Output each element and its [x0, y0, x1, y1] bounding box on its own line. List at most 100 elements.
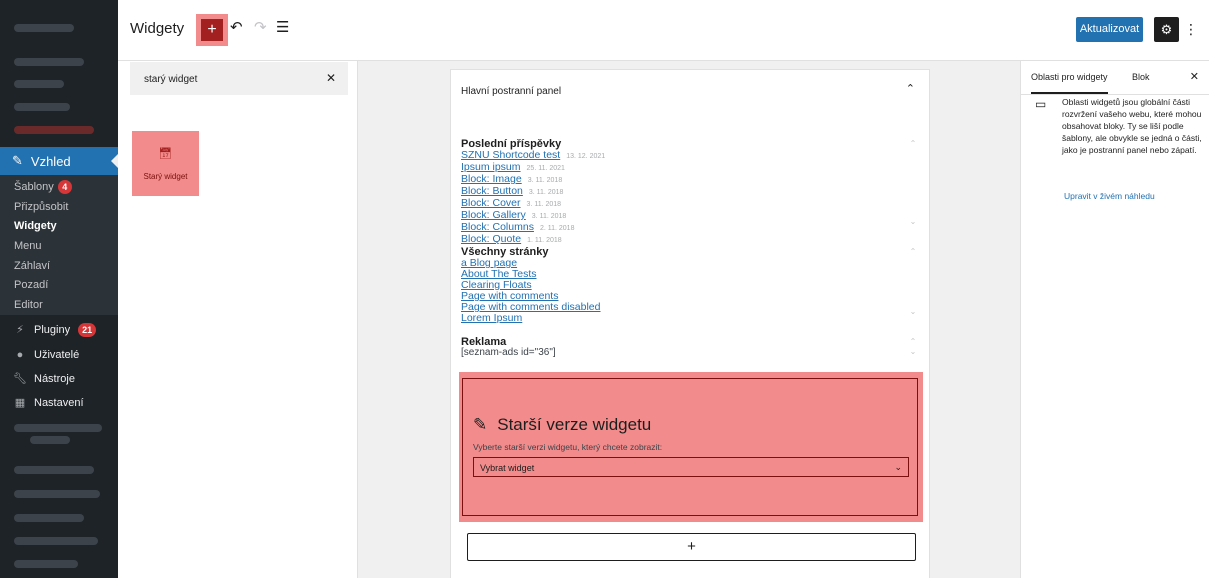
- post-link[interactable]: Block: Columns: [461, 221, 534, 233]
- menu-item-blurred[interactable]: [14, 424, 102, 432]
- list-item: Lorem Ipsum: [461, 313, 921, 324]
- menu-item-blurred[interactable]: [14, 103, 70, 111]
- scroll-down-icon[interactable]: ⌄: [909, 218, 917, 226]
- menu-item-settings[interactable]: ▦ Nastavení: [14, 393, 84, 413]
- post-link[interactable]: Block: Image: [461, 173, 522, 185]
- menu-item-tools[interactable]: 🔧︎ Nástroje: [13, 369, 75, 389]
- block-inserter-panel: starý widget ✕ 📅︎ Starý widget: [118, 61, 358, 578]
- menu-item-blurred[interactable]: [14, 560, 78, 568]
- menu-item-blurred[interactable]: [14, 24, 74, 32]
- post-link[interactable]: Ipsum ipsum: [461, 161, 521, 173]
- submenu-item-editor[interactable]: Editor: [14, 296, 43, 314]
- menu-item-blurred[interactable]: [14, 80, 64, 88]
- list-item: Block: Quote 1. 11. 2018: [461, 233, 562, 245]
- menu-item-blurred[interactable]: [14, 490, 100, 498]
- menu-item-blurred[interactable]: [14, 537, 98, 545]
- shortcode-text: [seznam-ads id="36"]: [461, 347, 556, 358]
- submenu-item-themes[interactable]: Šablony 4: [14, 178, 72, 196]
- post-link[interactable]: Block: Cover: [461, 197, 521, 209]
- menu-item-plugins[interactable]: ⚡ Pluginy 21: [14, 320, 97, 340]
- scroll-down-icon[interactable]: ⌄: [909, 308, 917, 316]
- list-item: Page with comments disabled: [461, 302, 921, 313]
- menu-item-users[interactable]: ● Uživatelé: [14, 345, 80, 365]
- clear-search-icon[interactable]: ✕: [326, 71, 336, 85]
- users-icon: ●: [16, 349, 24, 361]
- settings-sidebar: Oblasti pro widgety Blok ✕ ▭ Oblasti wid…: [1020, 61, 1209, 578]
- appearance-submenu: Šablony 4 Přizpůsobit Widgety Menu Záhla…: [0, 175, 118, 315]
- list-item: Ipsum ipsum 25. 11. 2021: [461, 161, 565, 173]
- list-view-icon[interactable]: ☰: [276, 18, 289, 36]
- recent-posts-widget[interactable]: Poslední příspěvky SZNU Shortcode test 13…: [461, 138, 921, 246]
- list-item: SZNU Shortcode test 13. 12. 2021: [461, 149, 606, 161]
- menu-item-appearance[interactable]: ✎ Vzhled: [0, 147, 118, 175]
- calendar-icon: 📅︎: [158, 147, 173, 160]
- widget-title: Všechny stránky: [461, 246, 549, 258]
- scroll-up-icon[interactable]: ⌃: [909, 338, 917, 346]
- widget-area-title: Hlavní postranní panel: [461, 86, 562, 97]
- brush-icon: ✎: [12, 153, 23, 168]
- scroll-up-icon[interactable]: ⌃: [909, 140, 917, 148]
- legacy-widget-block-tile[interactable]: 📅︎ Starý widget: [132, 131, 199, 196]
- list-item: Block: Image 3. 11. 2018: [461, 173, 563, 185]
- block-search-input[interactable]: starý widget ✕: [130, 62, 348, 95]
- tab-block[interactable]: Blok: [1132, 61, 1150, 94]
- editor-header: Widgety + ↶ ↷ ☰ Aktualizovat ⚙ ⋮: [118, 0, 1209, 61]
- list-item: Block: Columns 2. 11. 2018: [461, 221, 575, 233]
- scroll-down-icon[interactable]: ⌄: [909, 348, 917, 356]
- page-link[interactable]: Lorem Ipsum: [461, 312, 522, 324]
- scroll-up-icon[interactable]: ⌃: [909, 248, 917, 256]
- legacy-widget-block[interactable]: ✎ Starší verze widgetu Vyberte starší ve…: [459, 372, 923, 522]
- page-title: Widgety: [130, 20, 185, 37]
- submenu-item-menus[interactable]: Menu: [14, 237, 42, 255]
- editor-canvas: Hlavní postranní panel ⌃ Poslední příspě…: [358, 61, 1020, 578]
- submenu-item-customize[interactable]: Přizpůsobit: [14, 198, 68, 216]
- redo-icon[interactable]: ↷: [254, 18, 267, 36]
- ad-widget[interactable]: Reklama [seznam-ads id="36"]: [461, 336, 921, 358]
- plugin-icon: ⚡: [16, 324, 24, 336]
- live-preview-link[interactable]: Upravit v živém náhledu: [1064, 191, 1155, 201]
- add-block-button[interactable]: +: [196, 14, 228, 46]
- search-value: starý widget: [144, 74, 198, 85]
- undo-icon[interactable]: ↶: [230, 18, 243, 36]
- legacy-widget-select[interactable]: Vybrat widget ⌄: [473, 457, 909, 477]
- collapse-chevron-up-icon[interactable]: ⌃: [906, 82, 915, 95]
- brush-icon: ✎: [473, 415, 488, 434]
- settings-icon: ▦: [14, 397, 26, 409]
- post-link[interactable]: Block: Button: [461, 185, 523, 197]
- settings-gear-icon[interactable]: ⚙: [1154, 17, 1179, 42]
- more-options-icon[interactable]: ⋮: [1184, 17, 1198, 42]
- legacy-widget-frame: ✎ Starší verze widgetu Vyberte starší ve…: [462, 378, 918, 516]
- menu-item-label: Vzhled: [30, 153, 71, 169]
- legacy-widget-label: Vyberte starší verzi widgetu, který chce…: [473, 442, 663, 452]
- list-item: Block: Button 3. 11. 2018: [461, 185, 564, 197]
- admin-sidebar: ✎ Vzhled Šablony 4 Přizpůsobit Widgety M…: [0, 0, 118, 578]
- menu-item-blurred[interactable]: [14, 466, 94, 474]
- menu-item-blurred[interactable]: [14, 58, 84, 66]
- menu-item-blurred[interactable]: [30, 436, 70, 444]
- tools-icon: 🔧︎: [13, 373, 27, 385]
- add-block-appender[interactable]: +: [467, 533, 916, 561]
- menu-item-blurred[interactable]: [14, 514, 84, 522]
- post-link[interactable]: Block: Quote: [461, 233, 521, 245]
- update-badge: 4: [57, 180, 72, 194]
- plus-icon: +: [201, 19, 223, 41]
- close-sidebar-icon[interactable]: ✕: [1190, 61, 1199, 94]
- block-tile-label: Starý widget: [143, 171, 188, 181]
- tab-widget-areas[interactable]: Oblasti pro widgety: [1031, 61, 1108, 94]
- pages-widget[interactable]: Všechny stránky a Blog page About The Te…: [461, 246, 921, 324]
- submenu-item-header[interactable]: Záhlaví: [14, 257, 50, 275]
- widget-area-icon: ▭: [1035, 97, 1047, 111]
- widget-area: Hlavní postranní panel ⌃ Poslední příspě…: [450, 69, 930, 578]
- update-button[interactable]: Aktualizovat: [1076, 17, 1143, 42]
- update-badge: 21: [78, 323, 97, 337]
- tabs-divider: [1021, 94, 1209, 95]
- submenu-item-background[interactable]: Pozadí: [14, 276, 48, 294]
- widget-areas-description: Oblasti widgetů jsou globální části rozv…: [1062, 97, 1202, 155]
- menu-item-blurred[interactable]: [14, 126, 94, 134]
- submenu-item-widgets[interactable]: Widgety: [14, 217, 57, 235]
- post-link[interactable]: SZNU Shortcode test: [461, 149, 560, 161]
- list-item: Block: Cover 3. 11. 2018: [461, 197, 562, 209]
- legacy-widget-heading: ✎ Starší verze widgetu: [473, 415, 652, 434]
- chevron-down-icon: ⌄: [894, 462, 902, 472]
- post-link[interactable]: Block: Gallery: [461, 209, 526, 221]
